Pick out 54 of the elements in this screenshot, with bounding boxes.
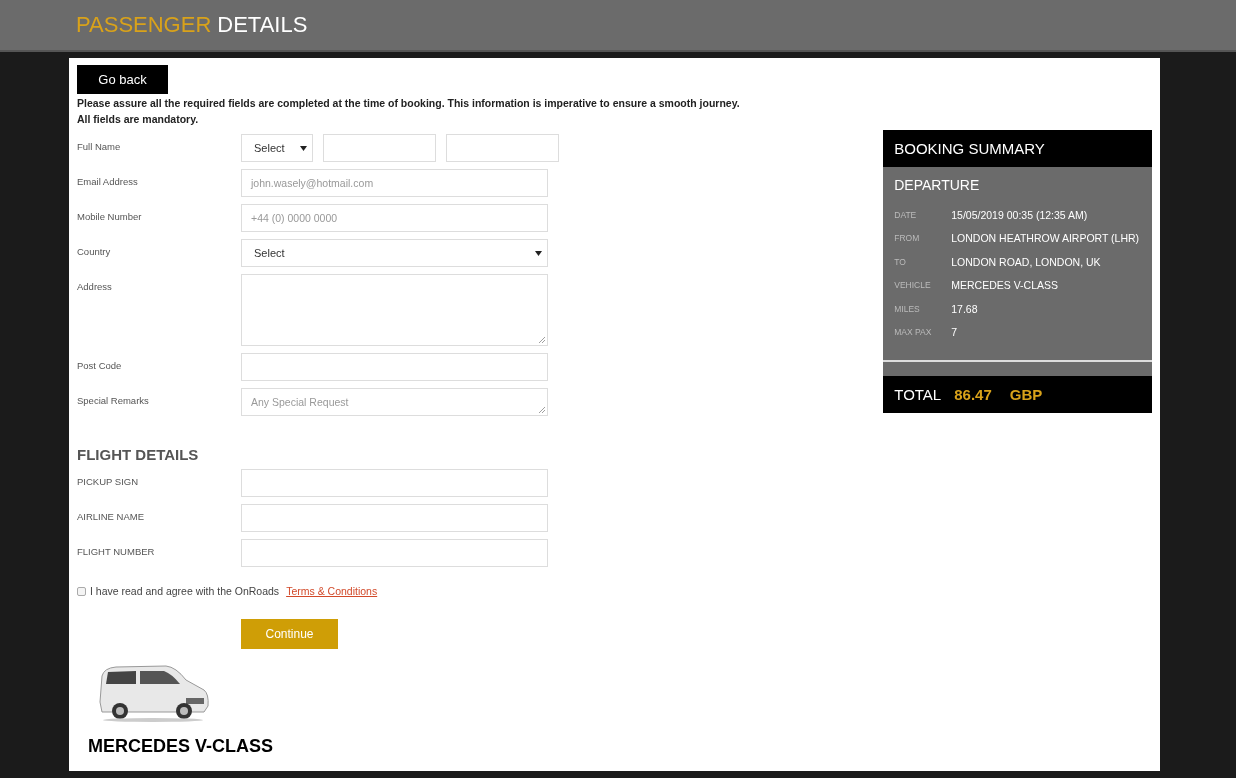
summary-value: MERCEDES V-CLASS (951, 279, 1059, 292)
address-field[interactable] (241, 274, 548, 346)
notice-text: Please assure all the required fields are completed at the time of booking. This information is imperative to ensure a smooth journey. (77, 96, 741, 110)
total-amount: 86.47 (954, 386, 992, 403)
summary-value: 7 (951, 326, 958, 339)
page-title-highlight: PASSENGER (76, 12, 212, 38)
summary-label: VEHICLE (894, 280, 932, 291)
input-field[interactable]: +44 (0) 0000 0000 (241, 204, 548, 232)
page-title: DETAILS (217, 12, 308, 38)
first-name-field[interactable] (323, 134, 436, 162)
continue-button[interactable]: Continue (241, 619, 338, 649)
total-label: TOTAL (894, 386, 942, 403)
field-label: Full Name (77, 140, 122, 154)
field-label: AIRLINE NAME (77, 510, 146, 524)
summary-value: 15/05/2019 00:35 (12:35 AM) (951, 208, 1088, 221)
field-label: Country (77, 245, 112, 259)
field-label: Post Code (77, 359, 123, 373)
section-heading: FLIGHT DETAILS (77, 446, 200, 463)
caret-icon (535, 250, 542, 256)
field-label: FLIGHT NUMBER (77, 545, 156, 559)
summary-value: LONDON ROAD, LONDON, UK (951, 255, 1101, 268)
currency: GBP (1009, 386, 1043, 403)
summary-label: MAX PAX (894, 327, 933, 338)
agreement-text: I have read and agree with the OnRoads (90, 585, 280, 597)
remarks-field[interactable]: Any Special Request (241, 388, 548, 416)
vehicle-name: MERCEDES V-CLASS (88, 736, 275, 757)
field-label: Special Remarks (77, 394, 150, 408)
field-label: Email Address (77, 175, 139, 189)
input-field[interactable] (241, 469, 548, 497)
agree-checkbox[interactable] (77, 586, 86, 596)
field-label: Address (77, 280, 113, 294)
input-field[interactable] (241, 539, 548, 567)
last-name-field[interactable] (446, 134, 559, 162)
notice-text: All fields are mandatory. (77, 112, 200, 126)
title-select[interactable]: Select (241, 134, 313, 162)
summary-value: 17.68 (951, 302, 978, 315)
summary-label: DATE (894, 209, 918, 220)
field-label: Mobile Number (77, 210, 143, 224)
input-field[interactable] (241, 504, 548, 532)
input-field[interactable]: john.wasely@hotmail.com (241, 169, 548, 197)
resize-grip-icon (539, 407, 545, 413)
terms-link[interactable]: Terms & Conditions (286, 585, 378, 597)
resize-grip-icon (539, 337, 545, 343)
summary-label: TO (894, 256, 907, 267)
summary-label: MILES (894, 303, 921, 314)
summary-label: FROM (894, 233, 921, 244)
go-back-button[interactable]: Go back (77, 65, 168, 94)
summary-value: LONDON HEATHROW AIRPORT (LHR) (951, 232, 1140, 245)
input-field[interactable] (241, 353, 548, 381)
summary-section-title: DEPARTURE (894, 177, 981, 193)
caret-icon (300, 145, 307, 151)
field-label: PICKUP SIGN (77, 475, 140, 489)
summary-title: BOOKING SUMMARY (883, 130, 1152, 167)
country-select[interactable]: Select (241, 239, 548, 267)
